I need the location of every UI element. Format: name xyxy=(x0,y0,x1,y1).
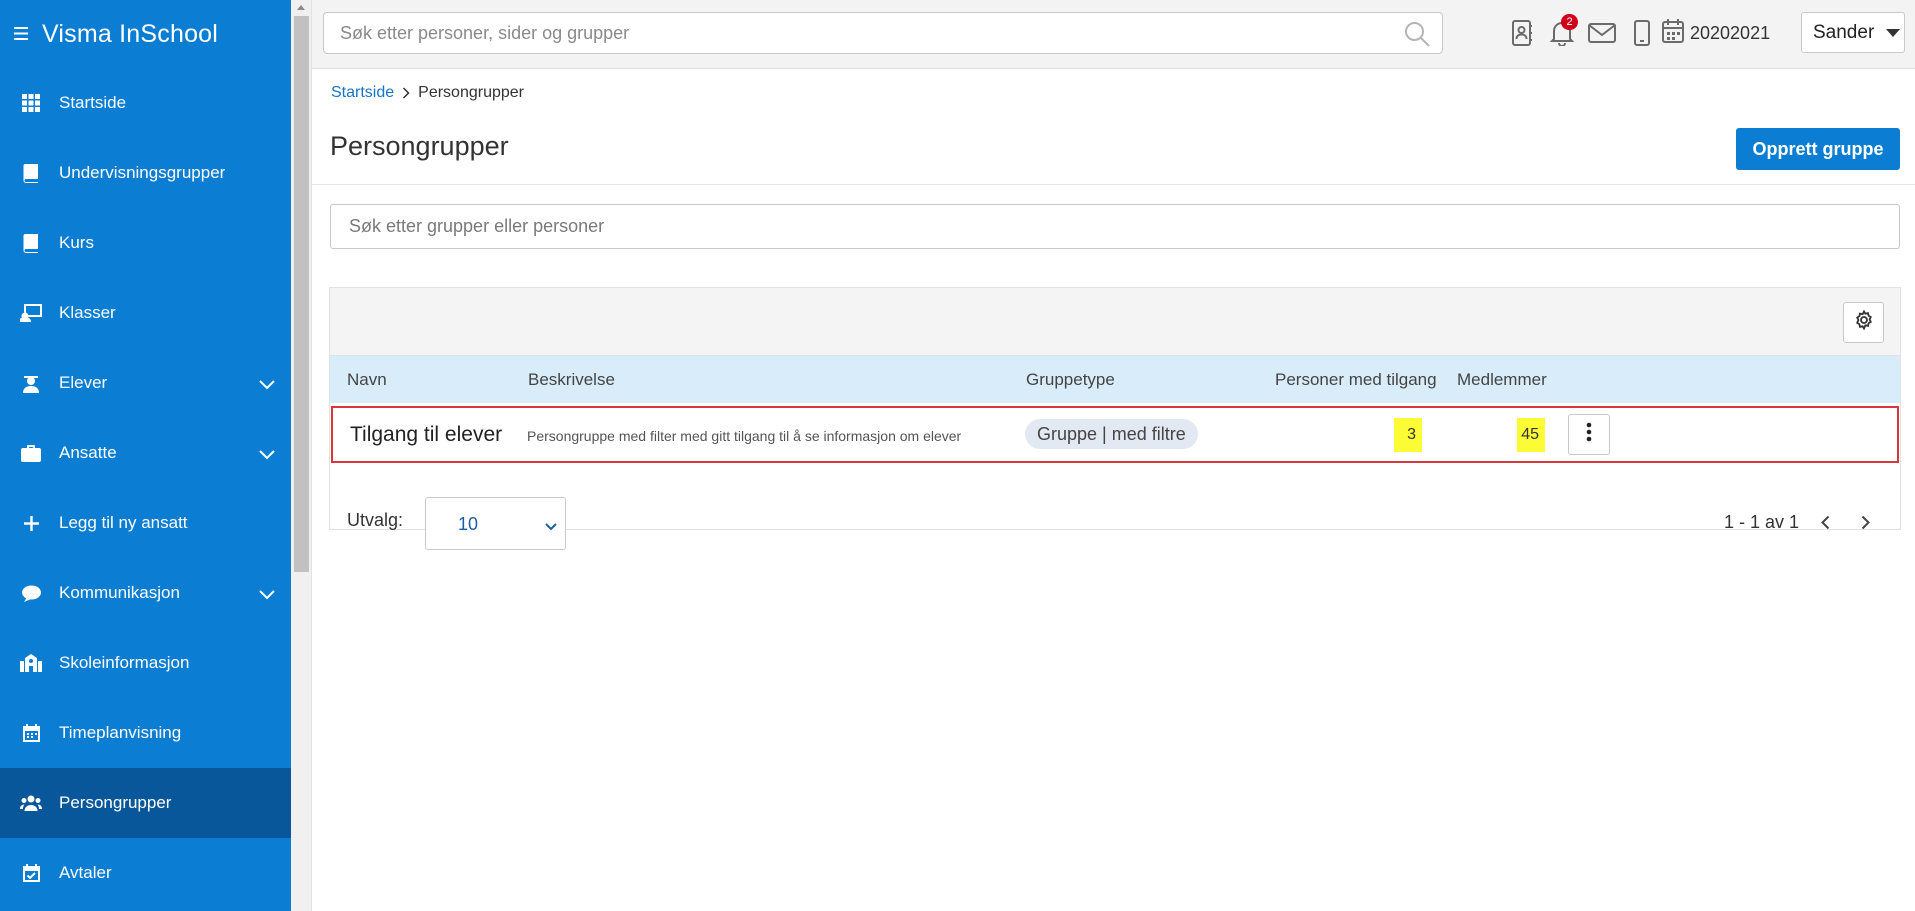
breadcrumb: Startside Persongrupper xyxy=(331,84,524,102)
grid-icon xyxy=(20,92,42,114)
pagination: 1 - 1 av 1 xyxy=(1724,510,1879,534)
topbar: 2 20202021 Sander xyxy=(312,0,1915,69)
sidebar-scrollbar[interactable] xyxy=(291,0,312,911)
sidebar-item-label: Timeplanvisning xyxy=(59,723,182,742)
sidebar-item-legg-til-ny-ansatt[interactable]: Legg til ny ansatt xyxy=(0,488,291,558)
school-icon xyxy=(20,652,42,674)
groups-table-card: Navn Beskrivelse Gruppetype Personer med… xyxy=(329,287,1901,550)
sidebar-item-label: Startside xyxy=(59,93,127,112)
sidebar-item-ansatte[interactable]: Ansatte xyxy=(0,418,291,488)
pagination-range: 1 - 1 av 1 xyxy=(1724,511,1800,532)
sidebar-item-persongrupper[interactable]: Persongrupper xyxy=(0,768,291,838)
column-header-group-type[interactable]: Gruppetype xyxy=(1026,370,1115,390)
sidebar-item-label: Avtaler xyxy=(59,863,112,882)
group-search xyxy=(330,204,1900,249)
group-type-tag: Gruppe | med filtre xyxy=(1025,419,1198,449)
page-size-value: 10 xyxy=(458,514,479,534)
members-count: 45 xyxy=(1517,418,1545,452)
breadcrumb-home-link[interactable]: Startside xyxy=(331,84,394,102)
table-settings-button[interactable] xyxy=(1843,302,1884,343)
divider xyxy=(312,184,1915,185)
user-menu-button[interactable]: Sander xyxy=(1801,12,1905,53)
sidebar-item-label: Undervisningsgrupper xyxy=(59,163,226,182)
chat-icon xyxy=(20,582,42,604)
persons-with-access-count: 3 xyxy=(1394,418,1422,452)
sidebar-item-timeplanvisning[interactable]: Timeplanvisning xyxy=(0,698,291,768)
gear-icon xyxy=(1854,309,1874,335)
group-search-input[interactable] xyxy=(331,205,1899,248)
notification-bell-icon[interactable]: 2 xyxy=(1542,14,1582,52)
scroll-up-arrow[interactable] xyxy=(297,5,305,10)
sidebar-item-label: Persongrupper xyxy=(59,793,172,812)
sidebar-item-startside[interactable]: Startside xyxy=(0,68,291,138)
create-group-button[interactable]: Opprett gruppe xyxy=(1736,128,1900,170)
column-header-members[interactable]: Medlemmer xyxy=(1457,370,1547,390)
page-size-label: Utvalg: xyxy=(347,510,404,530)
chevron-right-icon[interactable] xyxy=(1851,510,1879,534)
sidebar-item-label: Elever xyxy=(59,373,108,392)
sidebar-item-label: Klasser xyxy=(59,303,116,322)
page-title: Persongrupper xyxy=(330,131,509,161)
school-year-label: 20202021 xyxy=(1690,22,1771,43)
sidebar-item-undervisningsgrupper[interactable]: Undervisningsgrupper xyxy=(0,138,291,208)
group-name[interactable]: Tilgang til elever xyxy=(350,423,502,447)
caret-down-icon xyxy=(1886,28,1901,37)
sidebar-item-label: Kurs xyxy=(59,233,94,252)
sidebar-item-klasser[interactable]: Klasser xyxy=(0,278,291,348)
more-vertical-icon xyxy=(1586,422,1592,447)
column-header-persons-with-access[interactable]: Personer med tilgang xyxy=(1275,370,1437,390)
search-icon[interactable] xyxy=(1404,21,1430,52)
calendar-icon xyxy=(1662,18,1684,48)
classroom-icon xyxy=(20,302,42,324)
plus-icon xyxy=(20,512,42,534)
brand-header: Visma InSchool xyxy=(0,0,291,68)
sidebar-item-elever[interactable]: Elever xyxy=(0,348,291,418)
hamburger-icon[interactable] xyxy=(14,24,28,44)
sidebar-item-label: Ansatte xyxy=(59,443,117,462)
sidebar-item-kommunikasjon[interactable]: Kommunikasjon xyxy=(0,558,291,628)
chevron-down-icon[interactable] xyxy=(259,377,275,395)
sidebar-item-label: Legg til ny ansatt xyxy=(59,513,188,532)
student-icon xyxy=(20,372,42,394)
table-row[interactable]: Tilgang til elever Persongruppe med filt… xyxy=(331,406,1899,463)
scrollbar-thumb[interactable] xyxy=(294,16,309,572)
sidebar-item-kurs[interactable]: Kurs xyxy=(0,208,291,278)
sidebar-item-avtaler[interactable]: Avtaler xyxy=(0,838,291,908)
sidebar-item-label: Skoleinformasjon xyxy=(59,653,190,672)
main-content: Startside Persongrupper Persongrupper Op… xyxy=(312,69,1915,911)
school-year-selector[interactable]: 20202021 xyxy=(1662,14,1770,52)
contacts-icon[interactable] xyxy=(1502,14,1542,52)
notification-badge: 2 xyxy=(1561,14,1578,30)
chevron-left-icon[interactable] xyxy=(1811,510,1839,534)
people-icon xyxy=(20,792,42,814)
mail-icon[interactable] xyxy=(1582,14,1622,52)
app-title: Visma InSchool xyxy=(42,19,219,48)
topbar-icons: 2 20202021 xyxy=(1502,14,1770,52)
chevron-right-icon xyxy=(402,87,410,99)
column-header-description[interactable]: Beskrivelse xyxy=(528,370,615,390)
breadcrumb-current: Persongrupper xyxy=(418,84,524,101)
global-search xyxy=(323,12,1443,54)
table-toolbar xyxy=(330,288,1900,356)
calendar-icon xyxy=(20,722,42,744)
book-icon xyxy=(20,162,42,184)
page-size-select[interactable]: 10 xyxy=(425,497,566,550)
user-name: Sander xyxy=(1813,21,1875,43)
book-icon xyxy=(20,232,42,254)
calendar-check-icon xyxy=(20,862,42,884)
group-description: Persongruppe med filter med gitt tilgang… xyxy=(527,428,962,444)
briefcase-icon xyxy=(20,442,42,464)
chevron-down-icon xyxy=(545,518,557,536)
global-search-input[interactable] xyxy=(324,13,1384,53)
chevron-down-icon[interactable] xyxy=(259,447,275,465)
mobile-phone-icon[interactable] xyxy=(1622,14,1662,52)
table-header: Navn Beskrivelse Gruppetype Personer med… xyxy=(330,356,1900,403)
sidebar: Visma InSchool Startside Undervisningsgr… xyxy=(0,0,291,911)
chevron-down-icon[interactable] xyxy=(259,587,275,605)
column-header-name[interactable]: Navn xyxy=(347,370,387,390)
sidebar-item-label: Kommunikasjon xyxy=(59,583,180,602)
row-actions-button[interactable] xyxy=(1568,414,1610,455)
sidebar-item-skoleinformasjon[interactable]: Skoleinformasjon xyxy=(0,628,291,698)
